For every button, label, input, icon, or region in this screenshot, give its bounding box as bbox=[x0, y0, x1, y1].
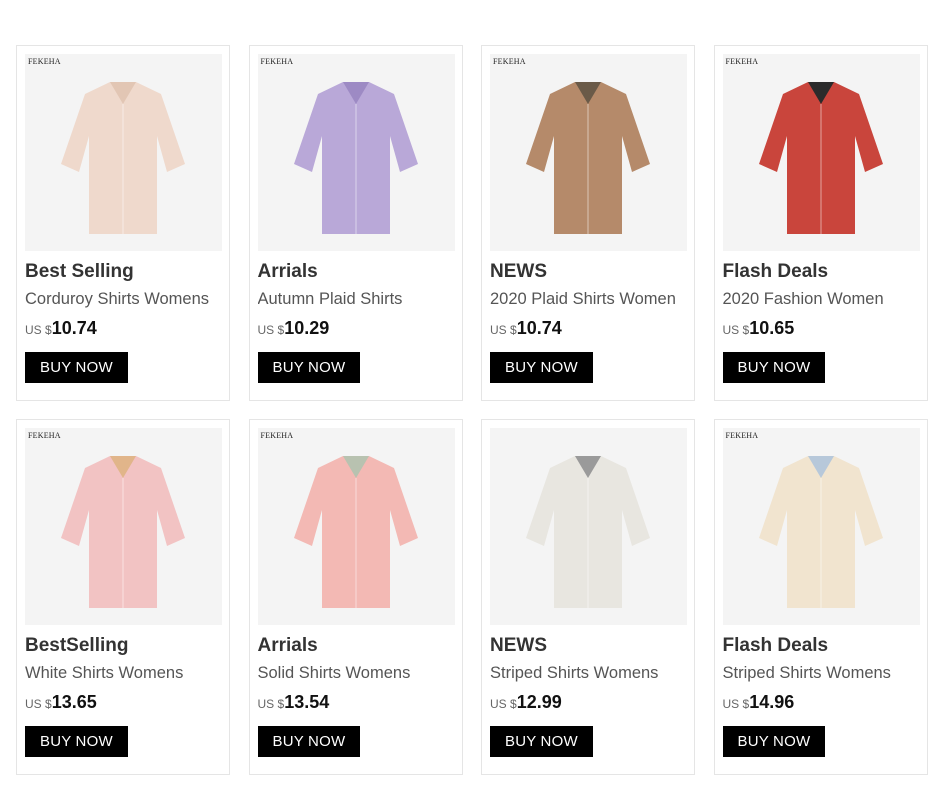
product-grid: FEKEHA Best Selling Corduroy Shirts Wome… bbox=[16, 45, 928, 775]
product-price: US $14.96 bbox=[723, 692, 919, 714]
shirt-illustration bbox=[257, 428, 455, 625]
product-title[interactable]: 2020 Fashion Women bbox=[723, 289, 919, 309]
product-card[interactable]: FEKEHA Best Selling Corduroy Shirts Wome… bbox=[16, 45, 230, 401]
product-tag: Arrials bbox=[257, 261, 318, 282]
brand-label: FEKEHA bbox=[725, 431, 759, 440]
product-image[interactable]: FEKEHA bbox=[257, 54, 455, 251]
price-currency: US $ bbox=[25, 323, 52, 337]
product-price: US $10.65 bbox=[723, 318, 919, 340]
shirt-illustration bbox=[722, 428, 920, 625]
product-tag: NEWS bbox=[490, 635, 547, 656]
product-card[interactable]: FEKEHA Arrials Autumn Plaid Shirts US $1… bbox=[248, 45, 463, 401]
price-amount: 10.29 bbox=[284, 318, 330, 338]
product-image[interactable]: FEKEHA bbox=[25, 54, 222, 251]
product-title[interactable]: Striped Shirts Womens bbox=[490, 663, 686, 683]
product-card[interactable]: FEKEHA Arrials Solid Shirts Womens US $1… bbox=[248, 419, 463, 775]
product-card[interactable]: FEKEHA BestSelling White Shirts Womens U… bbox=[16, 419, 230, 775]
product-image[interactable]: FEKEHA bbox=[722, 428, 920, 625]
product-image[interactable]: FEKEHA bbox=[25, 428, 222, 625]
price-amount: 13.65 bbox=[51, 692, 97, 712]
product-tag: Arrials bbox=[257, 635, 318, 656]
brand-label: FEKEHA bbox=[260, 431, 294, 440]
buy-now-button[interactable]: BUY NOW bbox=[490, 352, 593, 383]
price-currency: US $ bbox=[490, 697, 517, 711]
buy-now-button[interactable]: BUY NOW bbox=[25, 352, 128, 383]
price-currency: US $ bbox=[722, 323, 750, 337]
product-price: US $13.65 bbox=[25, 692, 221, 714]
price-amount: 13.54 bbox=[284, 692, 330, 712]
product-card[interactable]: FEKEHA NEWS 2020 Plaid Shirts Women US $… bbox=[481, 45, 695, 401]
product-tag: Flash Deals bbox=[722, 261, 829, 282]
price-currency: US $ bbox=[722, 697, 750, 711]
product-image[interactable] bbox=[490, 428, 687, 625]
shirt-illustration bbox=[490, 54, 687, 251]
product-price: US $12.99 bbox=[490, 692, 686, 714]
product-card[interactable]: NEWS Striped Shirts Womens US $12.99 BUY… bbox=[481, 419, 695, 775]
product-price: US $10.74 bbox=[490, 318, 686, 340]
buy-now-button[interactable]: BUY NOW bbox=[25, 726, 128, 757]
buy-now-button[interactable]: BUY NOW bbox=[257, 726, 361, 757]
product-image[interactable]: FEKEHA bbox=[257, 428, 455, 625]
product-tag: Best Selling bbox=[25, 261, 134, 282]
buy-now-button[interactable]: BUY NOW bbox=[722, 726, 826, 757]
product-title[interactable]: 2020 Plaid Shirts Women bbox=[490, 289, 686, 309]
product-tag: Flash Deals bbox=[722, 635, 829, 656]
brand-label: FEKEHA bbox=[28, 431, 61, 440]
price-amount: 12.99 bbox=[516, 692, 562, 712]
price-amount: 10.74 bbox=[51, 318, 97, 338]
shirt-illustration bbox=[722, 54, 920, 251]
product-image[interactable]: FEKEHA bbox=[722, 54, 920, 251]
product-price: US $10.74 bbox=[25, 318, 221, 340]
buy-now-button[interactable]: BUY NOW bbox=[490, 726, 593, 757]
brand-label: FEKEHA bbox=[725, 57, 759, 66]
price-currency: US $ bbox=[257, 323, 285, 337]
shirt-illustration bbox=[490, 428, 687, 625]
product-tag: BestSelling bbox=[25, 635, 129, 656]
product-price: US $10.29 bbox=[258, 318, 454, 340]
product-title[interactable]: Corduroy Shirts Womens bbox=[25, 289, 221, 309]
product-tag: NEWS bbox=[490, 261, 547, 282]
price-currency: US $ bbox=[257, 697, 285, 711]
brand-label: FEKEHA bbox=[493, 57, 526, 66]
shirt-illustration bbox=[25, 54, 222, 251]
product-title[interactable]: Autumn Plaid Shirts bbox=[258, 289, 454, 309]
buy-now-button[interactable]: BUY NOW bbox=[257, 352, 361, 383]
price-amount: 10.74 bbox=[516, 318, 562, 338]
price-amount: 10.65 bbox=[749, 318, 795, 338]
price-currency: US $ bbox=[490, 323, 517, 337]
product-title[interactable]: White Shirts Womens bbox=[25, 663, 221, 683]
brand-label: FEKEHA bbox=[28, 57, 61, 66]
product-card[interactable]: FEKEHA Flash Deals Striped Shirts Womens… bbox=[713, 419, 928, 775]
product-title[interactable]: Striped Shirts Womens bbox=[723, 663, 919, 683]
brand-label: FEKEHA bbox=[260, 57, 294, 66]
product-price: US $13.54 bbox=[258, 692, 454, 714]
product-image[interactable]: FEKEHA bbox=[490, 54, 687, 251]
shirt-illustration bbox=[25, 428, 222, 625]
product-card[interactable]: FEKEHA Flash Deals 2020 Fashion Women US… bbox=[713, 45, 928, 401]
price-currency: US $ bbox=[25, 697, 52, 711]
product-title[interactable]: Solid Shirts Womens bbox=[258, 663, 454, 683]
price-amount: 14.96 bbox=[749, 692, 795, 712]
shirt-illustration bbox=[257, 54, 455, 251]
buy-now-button[interactable]: BUY NOW bbox=[722, 352, 826, 383]
